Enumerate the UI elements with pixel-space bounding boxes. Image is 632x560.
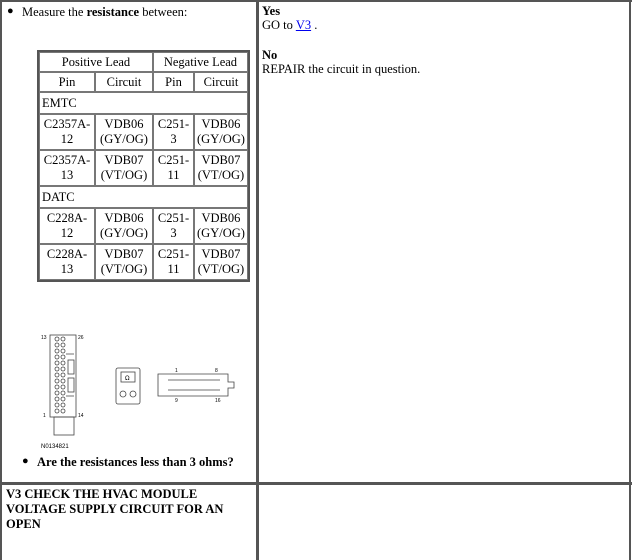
measurement-table: Positive Lead Negative Lead Pin Circuit … [37, 50, 250, 282]
neg-pin: C251-11 [153, 150, 194, 186]
table-border-left [0, 0, 2, 560]
subheader-circuit: Circuit [194, 72, 248, 92]
no-label: No [262, 48, 278, 62]
pos-circuit: VDB06 (GY/OG) [95, 114, 153, 150]
multimeter-icon [115, 367, 141, 405]
pin-label: 16 [215, 398, 221, 404]
ohm-symbol: Ω [125, 375, 130, 382]
table-row: C228A-13 VDB07 (VT/OG) C251-11 VDB07 (VT… [39, 244, 248, 280]
pin-label: 1 [43, 413, 46, 419]
row-divider [0, 482, 632, 485]
neg-circuit: VDB06 (GY/OG) [194, 114, 248, 150]
pin-label: 26 [78, 335, 84, 341]
group-label: EMTC [39, 92, 248, 114]
pin-label: 9 [175, 398, 178, 404]
no-action: REPAIR the circuit in question. [262, 62, 421, 76]
subheader-pin: Pin [153, 72, 194, 92]
neg-circuit: VDB07 (VT/OG) [194, 150, 248, 186]
pos-pin: C228A-12 [39, 208, 95, 244]
pos-circuit: VDB07 (VT/OG) [95, 244, 153, 280]
go-to-v3-link[interactable]: V3 [296, 18, 311, 32]
subheader-pin: Pin [39, 72, 95, 92]
no-result: No REPAIR the circuit in question. [262, 48, 420, 76]
table-row: C2357A-12 VDB06 (GY/OG) C251-3 VDB06 (GY… [39, 114, 248, 150]
pos-circuit: VDB06 (GY/OG) [95, 208, 153, 244]
connector-diagram: 13 26 1 14 Ω 1 8 9 16 [41, 334, 235, 436]
figure-id: N0134821 [41, 444, 69, 450]
table-row: C228A-12 VDB06 (GY/OG) C251-3 VDB06 (GY/… [39, 208, 248, 244]
header-negative-lead: Negative Lead [153, 52, 248, 72]
neg-circuit: VDB07 (VT/OG) [194, 244, 248, 280]
subheader-circuit: Circuit [95, 72, 153, 92]
pos-pin: C228A-13 [39, 244, 95, 280]
table-row: C2357A-13 VDB07 (VT/OG) C251-11 VDB07 (V… [39, 150, 248, 186]
pos-pin: C2357A-13 [39, 150, 95, 186]
neg-pin: C251-11 [153, 244, 194, 280]
pos-circuit: VDB07 (VT/OG) [95, 150, 153, 186]
bullet-icon: ● [7, 5, 14, 17]
table-border-top [0, 0, 632, 2]
dlc-connector-icon [157, 373, 235, 397]
yes-label: Yes [262, 4, 281, 18]
neg-circuit: VDB06 (GY/OG) [194, 208, 248, 244]
measure-instruction: ● Measure the resistance between: [7, 5, 188, 19]
diagnostic-step-table: ● Measure the resistance between: Positi… [0, 0, 632, 560]
pin-label: 8 [215, 368, 218, 374]
neg-pin: C251-3 [153, 114, 194, 150]
next-step-title: V3 CHECK THE HVAC MODULE VOLTAGE SUPPLY … [6, 487, 224, 531]
header-positive-lead: Positive Lead [39, 52, 153, 72]
column-divider [256, 0, 259, 560]
pos-pin: C2357A-12 [39, 114, 95, 150]
connector-pins [54, 336, 66, 414]
group-label: DATC [39, 186, 248, 208]
table-border-right [629, 0, 631, 560]
pin-label: 13 [41, 335, 47, 341]
yes-result: Yes GO to V3 . [262, 4, 318, 32]
pin-label: 1 [175, 368, 178, 374]
resistance-question: ● Are the resistances less than 3 ohms? [22, 455, 234, 469]
neg-pin: C251-3 [153, 208, 194, 244]
pin-label: 14 [78, 413, 84, 419]
module-connector-icon [49, 334, 77, 436]
bullet-icon: ● [22, 455, 29, 467]
